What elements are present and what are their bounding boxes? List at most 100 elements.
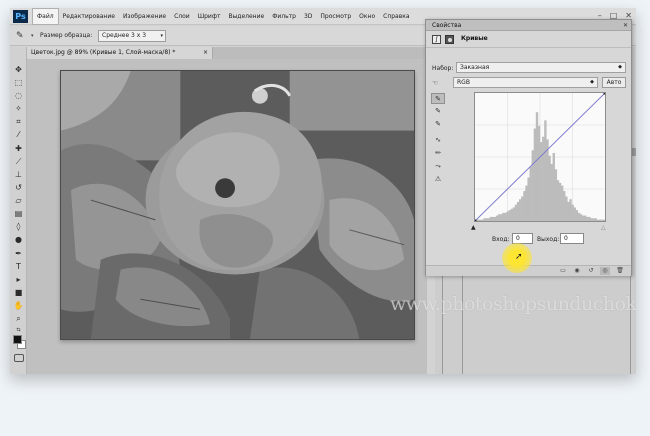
- clipping-warning-icon[interactable]: ⚠: [431, 174, 445, 185]
- histogram-bar: [516, 201, 520, 221]
- eyedropper-icon[interactable]: ✎: [16, 30, 30, 42]
- path-selection-tool-icon[interactable]: ▸: [13, 275, 24, 285]
- close-tab-icon[interactable]: ×: [203, 47, 208, 59]
- move-tool-icon[interactable]: ✥: [13, 65, 24, 75]
- black-point-slider[interactable]: ▲: [471, 224, 476, 231]
- history-brush-tool-icon[interactable]: ↺: [13, 183, 24, 193]
- healing-brush-tool-icon[interactable]: ✚: [13, 144, 24, 154]
- document-tab[interactable]: Цветок.jpg @ 89% (Кривые 1, Слой-маска/8…: [27, 47, 213, 59]
- auto-button[interactable]: Авто: [602, 77, 626, 88]
- smooth-curve-icon[interactable]: ⤳: [431, 161, 445, 172]
- swap-colors-icon[interactable]: ⇆: [13, 325, 24, 335]
- eyedropper-tool-icon[interactable]: ⁄: [13, 130, 24, 140]
- sample-size-value: Среднее 3 x 3: [102, 32, 147, 39]
- properties-header: Свойства ✕: [426, 20, 631, 31]
- menu-window[interactable]: Окно: [355, 8, 379, 25]
- input-label: Вход:: [492, 236, 510, 243]
- histogram-bar: [477, 219, 480, 221]
- histogram-bar: [544, 120, 547, 221]
- properties-subheader: ∫ Кривые: [426, 32, 631, 48]
- menu-help[interactable]: Справка: [379, 8, 413, 25]
- white-point-slider[interactable]: △: [601, 224, 606, 231]
- menu-3d[interactable]: 3D: [300, 8, 316, 25]
- histogram-bar: [548, 155, 551, 221]
- shape-tool-icon[interactable]: ■: [13, 288, 24, 298]
- channel-select[interactable]: RGB ◆: [453, 77, 598, 88]
- histogram-bar: [552, 153, 555, 221]
- gray-point-eyedropper-icon[interactable]: ✎: [431, 106, 445, 117]
- crop-tool-icon[interactable]: ⌗: [13, 117, 24, 127]
- histogram-bar: [579, 214, 583, 221]
- histogram-bar: [592, 218, 595, 221]
- dodge-tool-icon[interactable]: ●: [13, 235, 24, 245]
- color-swatches: [13, 335, 27, 351]
- eraser-tool-icon[interactable]: ▱: [13, 196, 24, 206]
- preset-select[interactable]: Заказная ◆: [456, 62, 626, 73]
- menu-edit[interactable]: Редактирование: [59, 8, 119, 25]
- quick-mask-icon[interactable]: [14, 354, 24, 362]
- watermark-text: www.photoshopsunduchok.ru: [390, 293, 636, 315]
- canvas-image[interactable]: [60, 70, 415, 340]
- delete-icon[interactable]: 🗑: [615, 267, 625, 275]
- histogram-bar: [537, 125, 541, 221]
- close-panel-icon[interactable]: ✕: [623, 20, 628, 31]
- histogram-bar: [573, 207, 576, 221]
- histogram-bar: [491, 216, 495, 221]
- sample-size-select[interactable]: Среднее 3 x 3 ▾: [98, 30, 166, 42]
- draw-curve-pencil-icon[interactable]: ✏: [431, 148, 445, 159]
- scrollbar-thumb[interactable]: [632, 148, 636, 156]
- histogram-bar: [571, 204, 574, 221]
- histogram-bar: [535, 112, 539, 221]
- layer-mask-icon[interactable]: [445, 35, 454, 44]
- reset-icon[interactable]: ↺: [586, 267, 596, 275]
- histogram-bar: [485, 218, 488, 221]
- chevron-down-icon: ◆: [618, 64, 622, 70]
- pen-tool-icon[interactable]: ✒: [13, 249, 24, 259]
- document-tab-bar: Цветок.jpg @ 89% (Кривые 1, Слой-маска/8…: [27, 47, 435, 59]
- histogram-bar: [479, 219, 482, 221]
- menu-file[interactable]: Файл: [32, 8, 59, 25]
- histogram-bar: [558, 182, 562, 221]
- blur-tool-icon[interactable]: ◊: [13, 222, 24, 232]
- foreground-color-swatch[interactable]: [13, 335, 22, 344]
- canvas-area: [27, 59, 427, 374]
- histogram-bar: [590, 218, 593, 221]
- edit-points-curve-icon[interactable]: ∿: [431, 135, 445, 146]
- histogram-bar: [581, 215, 585, 221]
- quick-select-tool-icon[interactable]: ✧: [13, 104, 24, 114]
- gradient-tool-icon[interactable]: ▤: [13, 209, 24, 219]
- white-point-eyedropper-icon[interactable]: ✎: [431, 119, 445, 130]
- type-tool-icon[interactable]: T: [13, 262, 24, 272]
- marquee-tool-icon[interactable]: ⬚: [13, 78, 24, 88]
- view-previous-state-icon[interactable]: ◉: [572, 267, 582, 275]
- curves-graph[interactable]: [474, 92, 606, 222]
- hand-tool-icon[interactable]: ✋: [13, 301, 24, 311]
- menu-select[interactable]: Выделение: [224, 8, 268, 25]
- sample-size-label: Размер образца:: [40, 32, 93, 39]
- tool-preset-arrow-icon[interactable]: ▾: [31, 33, 34, 39]
- histogram-bar: [495, 215, 499, 221]
- menu-filter[interactable]: Фильтр: [268, 8, 300, 25]
- curves-adjustment-icon[interactable]: ∫: [432, 35, 441, 44]
- on-image-adjust-icon[interactable]: ☜: [432, 79, 438, 87]
- menu-view[interactable]: Просмотр: [316, 8, 355, 25]
- preset-value: Заказная: [460, 64, 490, 71]
- black-point-eyedropper-icon[interactable]: ✎: [431, 93, 445, 104]
- histogram-bar: [502, 212, 505, 221]
- lasso-tool-icon[interactable]: ◌: [13, 91, 24, 101]
- clip-to-layer-icon[interactable]: ▭: [558, 267, 568, 275]
- histogram-bar: [550, 163, 553, 221]
- histogram-bar: [531, 150, 535, 221]
- output-field[interactable]: 0: [560, 233, 584, 244]
- histogram-bar: [514, 204, 518, 221]
- histogram-bar: [540, 142, 543, 221]
- menu-type[interactable]: Шрифт: [194, 8, 225, 25]
- preset-label: Набор:: [432, 65, 454, 72]
- menu-image[interactable]: Изображение: [119, 8, 170, 25]
- menu-items: Файл Редактирование Изображение Слои Шри…: [32, 8, 414, 25]
- brush-tool-icon[interactable]: ⟋: [13, 157, 24, 167]
- menu-layers[interactable]: Слои: [170, 8, 194, 25]
- clone-stamp-tool-icon[interactable]: ⊥: [13, 170, 24, 180]
- zoom-tool-icon[interactable]: ⌕: [13, 314, 24, 324]
- visibility-eye-icon[interactable]: ◎: [600, 267, 610, 275]
